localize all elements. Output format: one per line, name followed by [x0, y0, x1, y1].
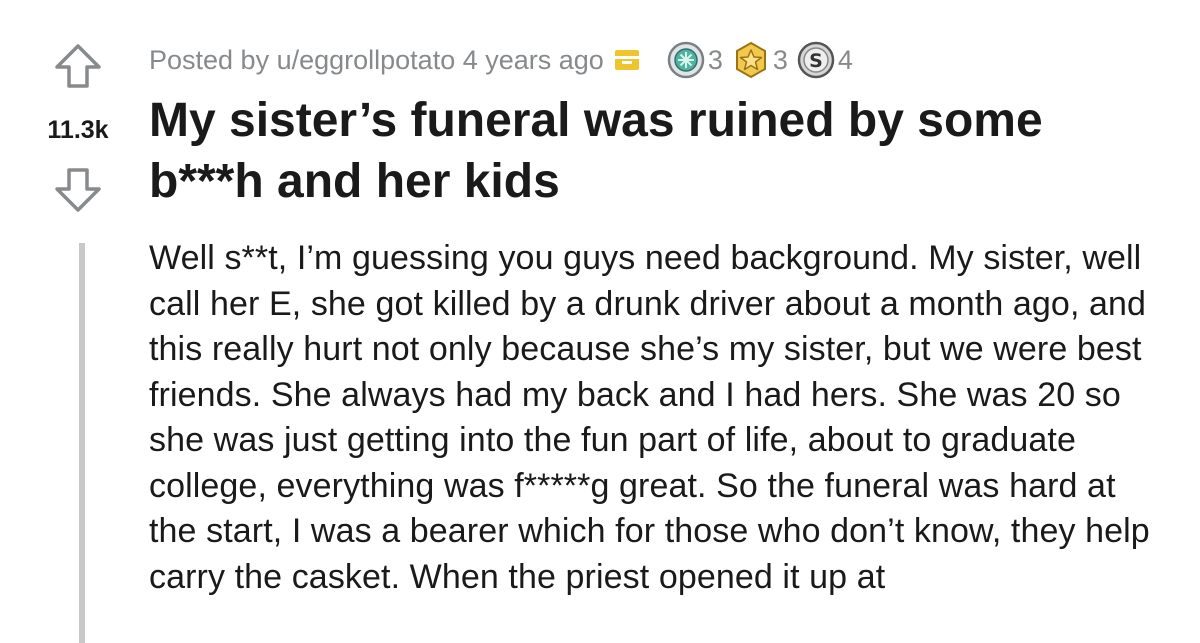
post-body: Well s**t, I’m guessing you guys need ba…: [149, 239, 1150, 596]
award-count: 3: [707, 44, 723, 75]
award-count: 3: [772, 44, 788, 75]
archive-icon: [614, 50, 639, 70]
helpful-award-icon: [667, 41, 705, 79]
gold-star-award-icon: [735, 41, 766, 79]
award-silver[interactable]: S 4: [796, 40, 853, 80]
thread-line[interactable]: [79, 243, 85, 643]
save-icon[interactable]: [614, 47, 640, 73]
post-meta: Posted by u/eggrollpotato 4 years ago 3 …: [149, 40, 861, 80]
downvote-arrow-icon: [55, 168, 101, 212]
award-helpful[interactable]: 3: [666, 40, 723, 80]
award-gold[interactable]: 3: [731, 40, 788, 80]
award-count: 4: [837, 44, 853, 75]
vote-column: 11.3k: [0, 0, 150, 643]
upvote-arrow-icon: [55, 44, 101, 88]
post-title[interactable]: My sister’s funeral was ruined by some b…: [149, 90, 1159, 212]
posted-by-text: Posted by u/eggrollpotato 4 years ago: [149, 44, 604, 75]
vote-score: 11.3k: [47, 116, 109, 144]
upvote-button[interactable]: [53, 42, 103, 92]
svg-text:S: S: [809, 50, 823, 72]
downvote-button[interactable]: [53, 164, 103, 214]
silver-s-award-icon: S: [797, 41, 835, 79]
